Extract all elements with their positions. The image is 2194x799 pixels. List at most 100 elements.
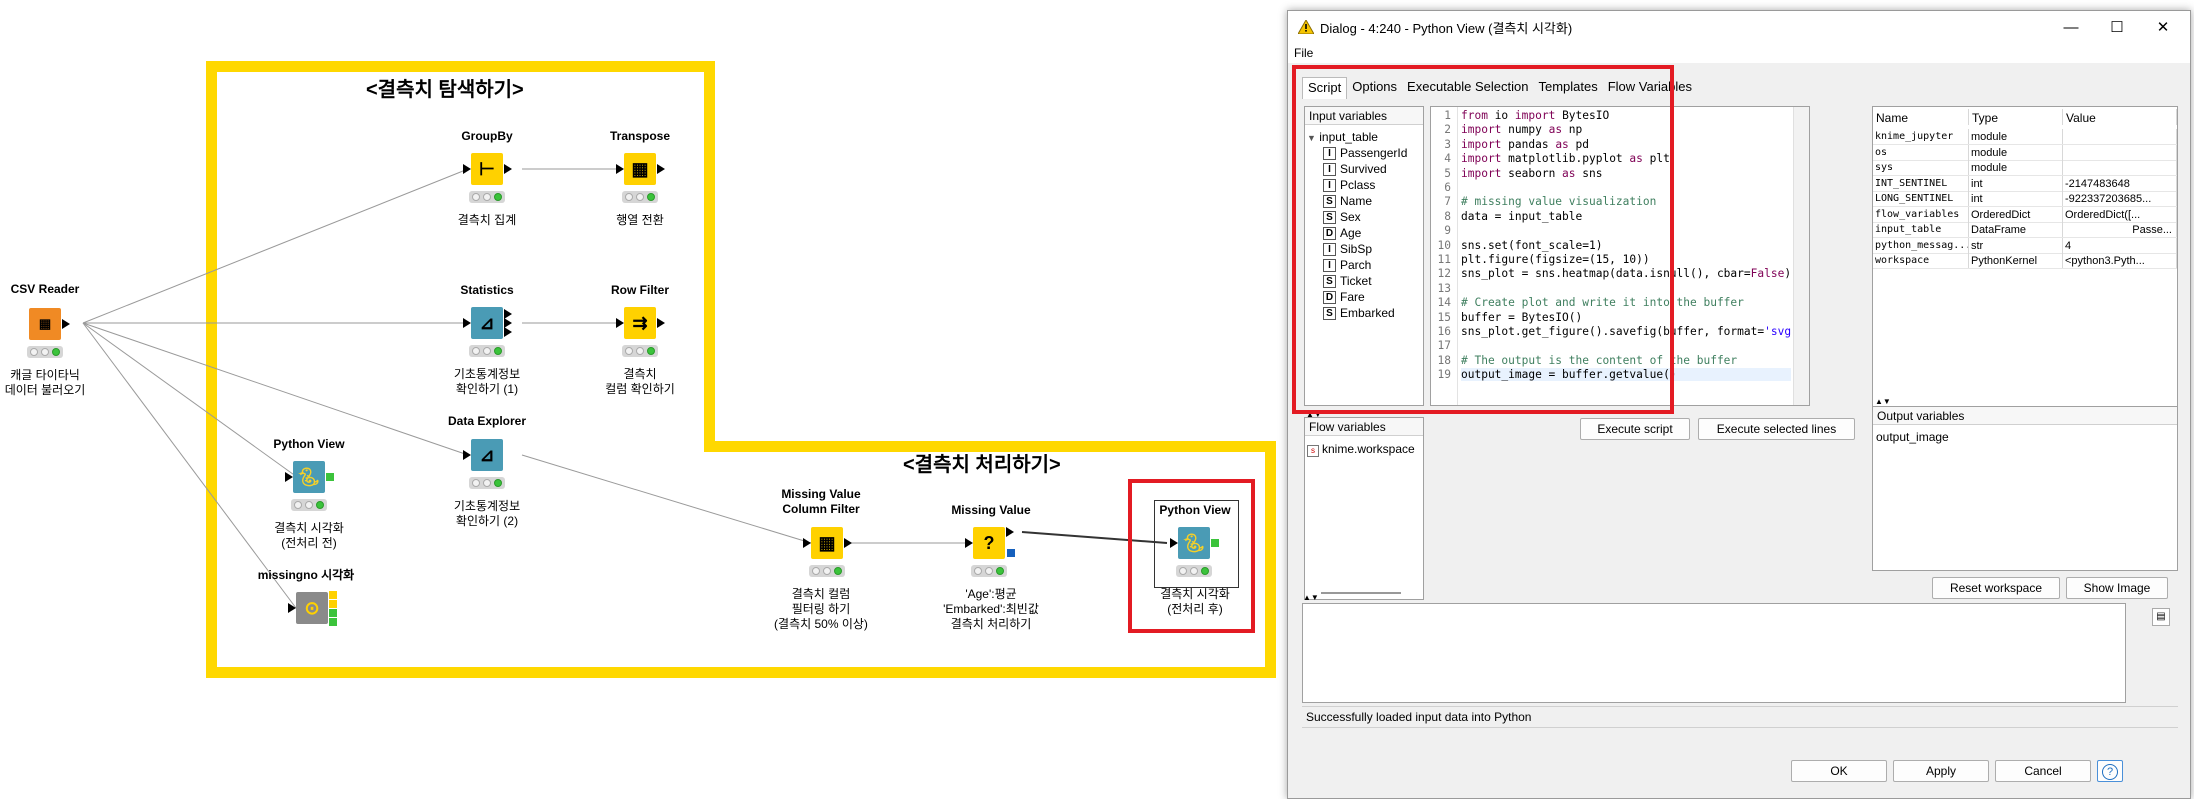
node-label[interactable]: 결측치 시각화 (전처리 전): [229, 521, 389, 551]
reset-workspace-button[interactable]: Reset workspace: [1932, 577, 2060, 599]
column-filter-icon: ▦: [811, 527, 843, 559]
column-header[interactable]: Type: [1969, 109, 2063, 125]
python-view-highlight: [1128, 479, 1255, 633]
table-cell: Passe...: [2063, 222, 2177, 237]
python-view-dialog: Dialog - 4:240 - Python View (결측치 시각화) —…: [1287, 10, 2191, 799]
python-icon: 🐍︎: [293, 461, 325, 493]
close-button[interactable]: ✕: [2140, 11, 2186, 43]
table-row[interactable]: input_table DataFrame Passe...: [1873, 222, 2177, 238]
node-label[interactable]: 기초통계정보 확인하기 (2): [407, 499, 567, 529]
node-row-filter[interactable]: Row Filter ⇉ 결측치 컬럼 확인하기: [560, 283, 720, 396]
node-title: missingno 시각화: [257, 568, 355, 582]
data-explorer-icon: ⊿: [471, 439, 503, 471]
table-row[interactable]: flow_variables OrderedDict OrderedDict([..…: [1873, 206, 2177, 223]
column-header[interactable]: Name: [1873, 109, 1969, 125]
traffic-light: [469, 345, 505, 357]
missing-value-icon: ?: [973, 527, 1005, 559]
node-label[interactable]: 기초통계정보 확인하기 (1): [407, 367, 567, 397]
table-cell: module: [1969, 160, 2063, 175]
node-label[interactable]: 캐글 타이타닉 데이터 불러오기: [0, 368, 125, 398]
menu-file[interactable]: File: [1294, 46, 1313, 60]
column-header[interactable]: Value: [2063, 109, 2177, 125]
node-label[interactable]: 'Age':평균 'Embarked':최빈값 결측치 처리하기: [911, 587, 1071, 632]
node-label[interactable]: 행열 전환: [560, 213, 720, 228]
output-variables-header: Output variables: [1873, 407, 2177, 425]
node-groupby[interactable]: GroupBy ⊢ 결측치 집계: [407, 129, 567, 227]
table-cell: input_table: [1873, 222, 1969, 237]
execute-selected-lines-button[interactable]: Execute selected lines: [1698, 418, 1855, 440]
panel-resize-handle-console[interactable]: ▲▼: [1303, 593, 1319, 602]
table-cell: [2063, 129, 2177, 144]
node-python-view-1[interactable]: Python View 🐍︎ 결측치 시각화 (전처리 전): [229, 437, 389, 550]
traffic-light: [27, 346, 63, 358]
table-row[interactable]: sys module: [1873, 160, 2177, 176]
node-label[interactable]: 결측치 컬럼 확인하기: [560, 367, 720, 397]
table-cell: PythonKernel: [1969, 253, 2063, 268]
row-filter-icon: ⇉: [624, 307, 656, 339]
table-cell: workspace: [1873, 253, 1969, 268]
table-cell: module: [1969, 144, 2063, 160]
script-area-highlight: [1292, 65, 1674, 414]
table-cell: str: [1969, 237, 2063, 253]
panel-resize-handle-workspace[interactable]: ▲▼: [1875, 397, 1891, 406]
table-cell: sys: [1873, 160, 1969, 175]
node-title: Statistics: [460, 283, 514, 297]
apply-button[interactable]: Apply: [1893, 760, 1989, 782]
node-missing-value[interactable]: Missing Value ? 'Age':평균 'Embarked':최빈값 결측…: [911, 503, 1071, 631]
workflow-canvas[interactable]: <결측치 탐색하기> <결측치 처리하기> CSV Reader ▦ 캐글 타이…: [0, 0, 1290, 799]
workspace-table: Name Type Value knime_jupyter module os module…: [1872, 106, 2178, 411]
traffic-light: [291, 499, 327, 511]
show-image-button[interactable]: Show Image: [2066, 577, 2168, 599]
table-cell: INT_SENTINEL: [1873, 175, 1969, 191]
traffic-light: [971, 565, 1007, 577]
flow-variables-header: Flow variables: [1305, 418, 1423, 436]
node-transpose[interactable]: Transpose ▦ 행열 전환: [560, 129, 720, 227]
node-statistics[interactable]: Statistics ⊿ 기초통계정보 확인하기 (1): [407, 283, 567, 396]
execute-script-button[interactable]: Execute script: [1580, 418, 1690, 440]
table-cell: int: [1969, 175, 2063, 191]
node-title: Transpose: [609, 129, 671, 143]
table-cell: int: [1969, 191, 2063, 206]
output-variable-item[interactable]: output_image: [1876, 429, 1949, 445]
table-row[interactable]: os module: [1873, 144, 2177, 161]
connection-wires: [82, 168, 1168, 609]
node-missing-value-column-filter[interactable]: Missing Value Column Filter ▦ 결측치 컬럼 필터링 하…: [741, 487, 901, 631]
console-output: [1302, 603, 2126, 703]
clear-console-icon[interactable]: ▤: [2152, 608, 2170, 626]
help-button[interactable]: ?: [2097, 760, 2123, 782]
table-row[interactable]: LONG_SENTINEL int -922337203685...: [1873, 191, 2177, 207]
dialog-titlebar[interactable]: Dialog - 4:240 - Python View (결측치 시각화) —…: [1288, 11, 2190, 43]
node-data-explorer[interactable]: Data Explorer ⊿ 기초통계정보 확인하기 (2): [407, 414, 567, 528]
node-title: Missing Value: [951, 503, 1031, 517]
maximize-button[interactable]: ☐: [2094, 11, 2140, 43]
node-title: Missing Value Column Filter: [781, 487, 861, 516]
horizontal-scrollbar[interactable]: [1321, 592, 1401, 594]
table-cell: knime_jupyter: [1873, 129, 1969, 144]
table-cell: LONG_SENTINEL: [1873, 191, 1969, 206]
menu-bar: File: [1288, 43, 2190, 63]
editor-scrollbar[interactable]: [1793, 107, 1809, 405]
table-cell: OrderedDict: [1969, 206, 2063, 222]
table-cell: flow_variables: [1873, 206, 1969, 222]
string-flowvar-icon: s: [1307, 445, 1319, 457]
node-label[interactable]: 결측치 집계: [407, 213, 567, 228]
table-cell: DataFrame: [1969, 222, 2063, 237]
flow-variable-item[interactable]: s knime.workspace: [1307, 441, 1415, 457]
node-missingno[interactable]: missingno 시각화 ⊙: [226, 568, 386, 626]
minimize-button[interactable]: —: [2048, 11, 2094, 43]
node-title: Data Explorer: [447, 414, 527, 428]
node-csv-reader[interactable]: CSV Reader ▦ 캐글 타이타닉 데이터 불러오기: [0, 282, 125, 397]
table-cell: module: [1969, 129, 2063, 144]
table-row[interactable]: python_messag... str 4: [1873, 237, 2177, 254]
table-row[interactable]: knime_jupyter module: [1873, 129, 2177, 145]
table-row[interactable]: INT_SENTINEL int -2147483648: [1873, 175, 2177, 192]
ok-button[interactable]: OK: [1791, 760, 1887, 782]
groupby-icon: ⊢: [471, 153, 503, 185]
traffic-light: [809, 565, 845, 577]
transpose-icon: ▦: [624, 153, 656, 185]
table-row[interactable]: workspace PythonKernel <python3.Pyth...: [1873, 253, 2177, 269]
node-label[interactable]: 결측치 컬럼 필터링 하기 (결측치 50% 이상): [741, 587, 901, 632]
cancel-button[interactable]: Cancel: [1995, 760, 2091, 782]
status-text: Successfully loaded input data into Pyth…: [1306, 710, 1532, 724]
missingno-icon: ⊙: [296, 592, 328, 624]
